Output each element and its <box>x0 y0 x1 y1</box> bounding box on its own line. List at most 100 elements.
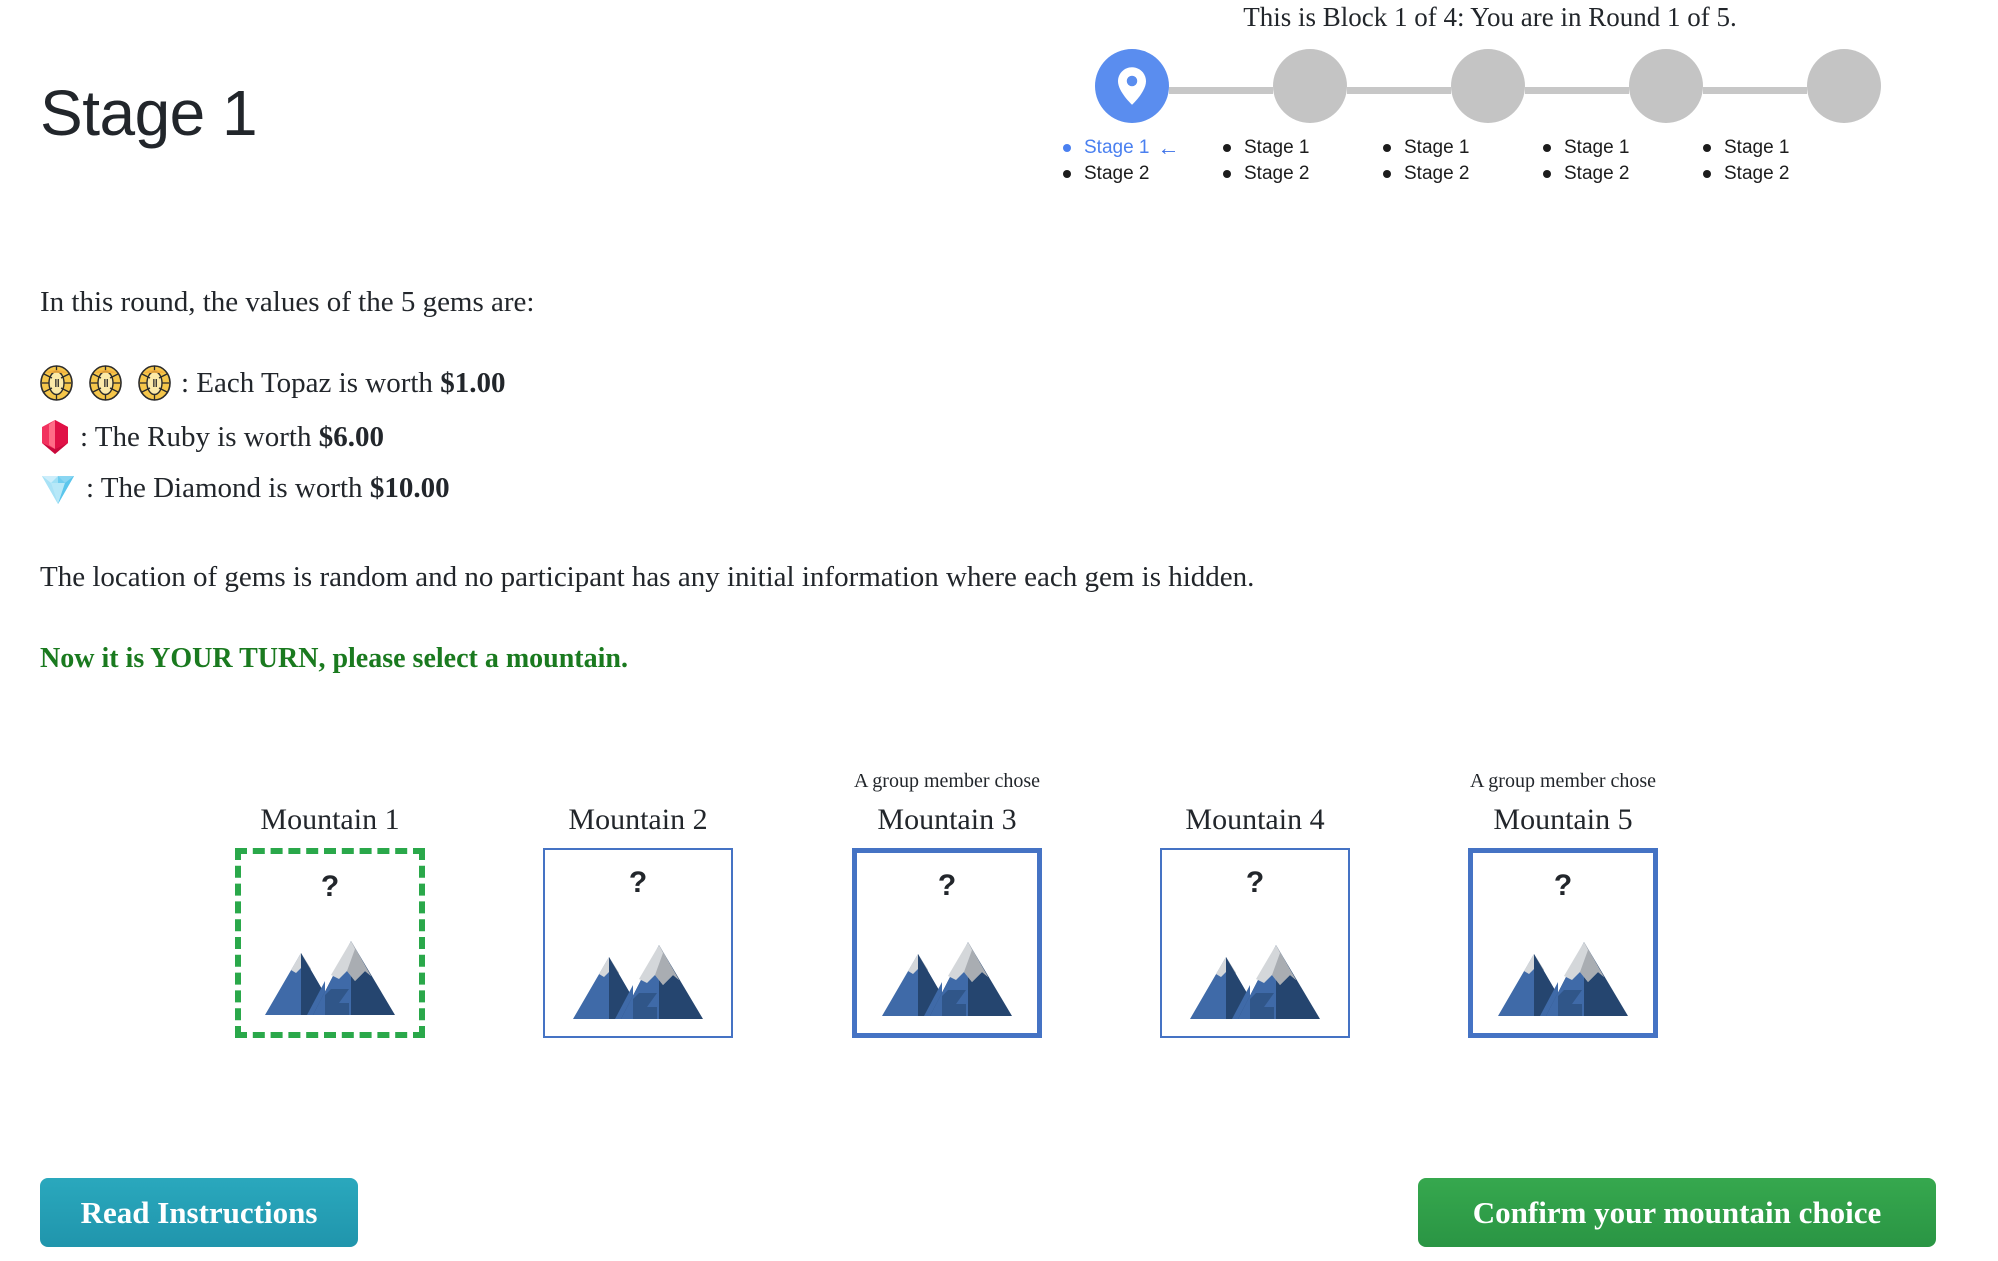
stepper-stage2-text: Stage 2 <box>1404 163 1470 184</box>
diamond-value-text: : The Diamond is worth $10.00 <box>86 471 450 504</box>
topaz-gem-icon <box>138 365 171 401</box>
stepper-label-group-1: Stage 1 ← Stage 2 <box>1063 135 1233 187</box>
hidden-marker: ? <box>1553 869 1573 902</box>
ruby-value-text: : The Ruby is worth $6.00 <box>80 420 384 453</box>
stepper-stage2-text: Stage 2 <box>1244 163 1310 184</box>
stepper-connector-line <box>1703 87 1807 94</box>
mountain-icon <box>882 924 1012 1019</box>
stepper-stage2-text: Stage 2 <box>1564 163 1630 184</box>
hidden-marker: ? <box>937 869 957 902</box>
stepper-stage1-text: Stage 1 <box>1084 137 1150 158</box>
stepper-stage1-text: Stage 1 <box>1244 137 1310 158</box>
mountain-option-4[interactable]: Mountain 4 ? <box>1130 770 1380 1038</box>
mountain-title: Mountain 1 <box>260 803 400 836</box>
stepper-stage2-label[interactable]: Stage 2 <box>1703 161 1873 187</box>
bullet-icon <box>1383 170 1391 178</box>
topaz-value: $1.00 <box>440 366 506 399</box>
diamond-value: $10.00 <box>369 471 450 504</box>
bullet-icon <box>1703 170 1711 178</box>
bullet-icon <box>1063 144 1071 152</box>
stepper-stage1-label[interactable]: Stage 1 <box>1223 135 1393 161</box>
stepper-track <box>1095 49 1885 129</box>
round-progress-stepper: This is Block 1 of 4: You are in Round 1… <box>1063 0 1885 195</box>
topaz-label: : Each Topaz is worth <box>181 366 441 399</box>
confirm-mountain-choice-button[interactable]: Confirm your mountain choice <box>1418 1178 1936 1247</box>
hidden-marker: ? <box>628 866 648 899</box>
group-chose-label: A group member chose <box>853 770 1041 792</box>
mountain-card[interactable]: ? <box>852 848 1042 1038</box>
diamond-gem-icon <box>42 476 74 504</box>
mountain-card[interactable]: ? <box>1468 848 1658 1038</box>
mountain-card[interactable]: ? <box>1160 848 1350 1038</box>
stepper-stage1-text: Stage 1 <box>1564 137 1630 158</box>
stepper-stage2-label[interactable]: Stage 2 <box>1223 161 1393 187</box>
bullet-icon <box>1543 144 1551 152</box>
mountain-title: Mountain 3 <box>877 803 1017 836</box>
topaz-gem-icon-group <box>40 365 171 401</box>
mountain-card[interactable]: ? <box>543 848 733 1038</box>
mountain-title: Mountain 2 <box>568 803 708 836</box>
gem-value-row-topaz: : Each Topaz is worth $1.00 <box>40 365 505 401</box>
round-intro-text: In this round, the values of the 5 gems … <box>40 286 535 318</box>
stepper-stage1-label[interactable]: Stage 1 <box>1383 135 1553 161</box>
mountain-icon <box>265 923 395 1018</box>
mountain-card[interactable]: ? <box>235 848 425 1038</box>
bullet-icon <box>1063 170 1071 178</box>
ruby-gem-icon-group <box>40 419 70 455</box>
bullet-icon <box>1543 170 1551 178</box>
ruby-value: $6.00 <box>318 420 384 453</box>
stepper-node-2[interactable] <box>1273 49 1347 123</box>
topaz-gem-icon <box>89 365 122 401</box>
stepper-labels: Stage 1 ← Stage 2 Stage 1 Stage 2 Stage … <box>1063 135 1885 195</box>
stepper-label-group-4: Stage 1 Stage 2 <box>1543 135 1713 187</box>
stepper-stage1-text: Stage 1 <box>1404 137 1470 158</box>
your-turn-prompt: Now it is YOUR TURN, please select a mou… <box>40 643 628 674</box>
stepper-connector-line <box>1347 87 1451 94</box>
group-chose-label: A group member chose <box>1469 770 1657 792</box>
stepper-stage2-label[interactable]: Stage 2 <box>1063 161 1233 187</box>
stepper-stage2-label[interactable]: Stage 2 <box>1383 161 1553 187</box>
stepper-node-3[interactable] <box>1451 49 1525 123</box>
mountain-title: Mountain 4 <box>1185 803 1325 836</box>
stepper-label-group-3: Stage 1 Stage 2 <box>1383 135 1553 187</box>
ruby-label: : The Ruby is worth <box>80 420 319 453</box>
ruby-gem-icon <box>42 420 68 454</box>
stepper-node-5[interactable] <box>1807 49 1881 123</box>
stepper-node-1[interactable] <box>1095 49 1169 123</box>
hidden-marker: ? <box>1245 866 1265 899</box>
stepper-label-group-2: Stage 1 Stage 2 <box>1223 135 1393 187</box>
bullet-icon <box>1223 144 1231 152</box>
bullet-icon <box>1383 144 1391 152</box>
stepper-stage2-text: Stage 2 <box>1724 163 1790 184</box>
diamond-gem-icon-group <box>40 471 76 505</box>
hidden-marker: ? <box>320 870 340 903</box>
stepper-stage1-text: Stage 1 <box>1724 137 1790 158</box>
page-title: Stage 1 <box>40 76 258 149</box>
mountain-icon <box>573 927 703 1022</box>
bullet-icon <box>1223 170 1231 178</box>
mountain-option-3[interactable]: A group member chose Mountain 3 ? <box>822 770 1072 1038</box>
gem-randomness-note: The location of gems is random and no pa… <box>40 561 1255 593</box>
block-round-caption: This is Block 1 of 4: You are in Round 1… <box>1243 2 1737 32</box>
topaz-value-text: : Each Topaz is worth $1.00 <box>181 366 506 399</box>
mountain-option-1[interactable]: Mountain 1 ? <box>205 770 455 1038</box>
diamond-label: : The Diamond is worth <box>86 471 370 504</box>
mountain-icon <box>1190 927 1320 1022</box>
stepper-node-4[interactable] <box>1629 49 1703 123</box>
stepper-stage1-label[interactable]: Stage 1 <box>1543 135 1713 161</box>
stepper-stage1-label[interactable]: Stage 1 <box>1703 135 1873 161</box>
mountain-choice-row: Mountain 1 ? Mountain 2 ? A group member… <box>0 770 1998 1060</box>
stepper-stage2-label[interactable]: Stage 2 <box>1543 161 1713 187</box>
stepper-connector-line <box>1169 87 1273 94</box>
stepper-stage1-label[interactable]: Stage 1 ← <box>1063 135 1233 161</box>
gem-value-row-diamond: : The Diamond is worth $10.00 <box>40 471 450 505</box>
bullet-icon <box>1703 144 1711 152</box>
arrow-left-icon: ← <box>1157 135 1180 160</box>
mountain-icon <box>1498 924 1628 1019</box>
stepper-connector-line <box>1525 87 1629 94</box>
mountain-option-2[interactable]: Mountain 2 ? <box>513 770 763 1038</box>
stepper-label-group-5: Stage 1 Stage 2 <box>1703 135 1873 187</box>
read-instructions-button[interactable]: Read Instructions <box>40 1178 358 1247</box>
mountain-title: Mountain 5 <box>1493 803 1633 836</box>
mountain-option-5[interactable]: A group member chose Mountain 5 ? <box>1438 770 1688 1038</box>
